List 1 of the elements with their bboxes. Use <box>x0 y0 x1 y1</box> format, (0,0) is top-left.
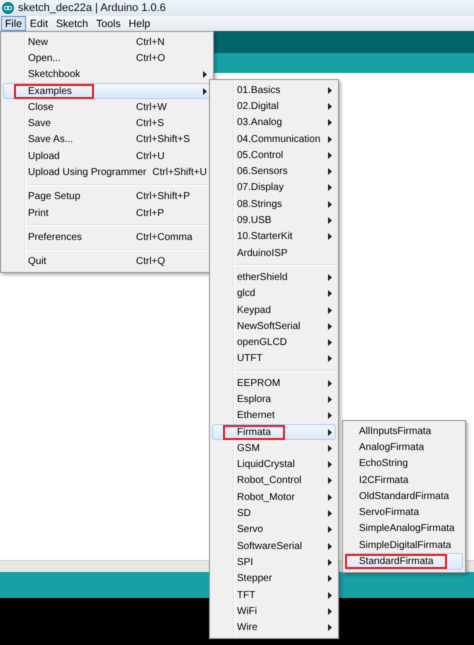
window-title: sketch_dec22a | Arduino 1.0.6 <box>18 2 166 14</box>
